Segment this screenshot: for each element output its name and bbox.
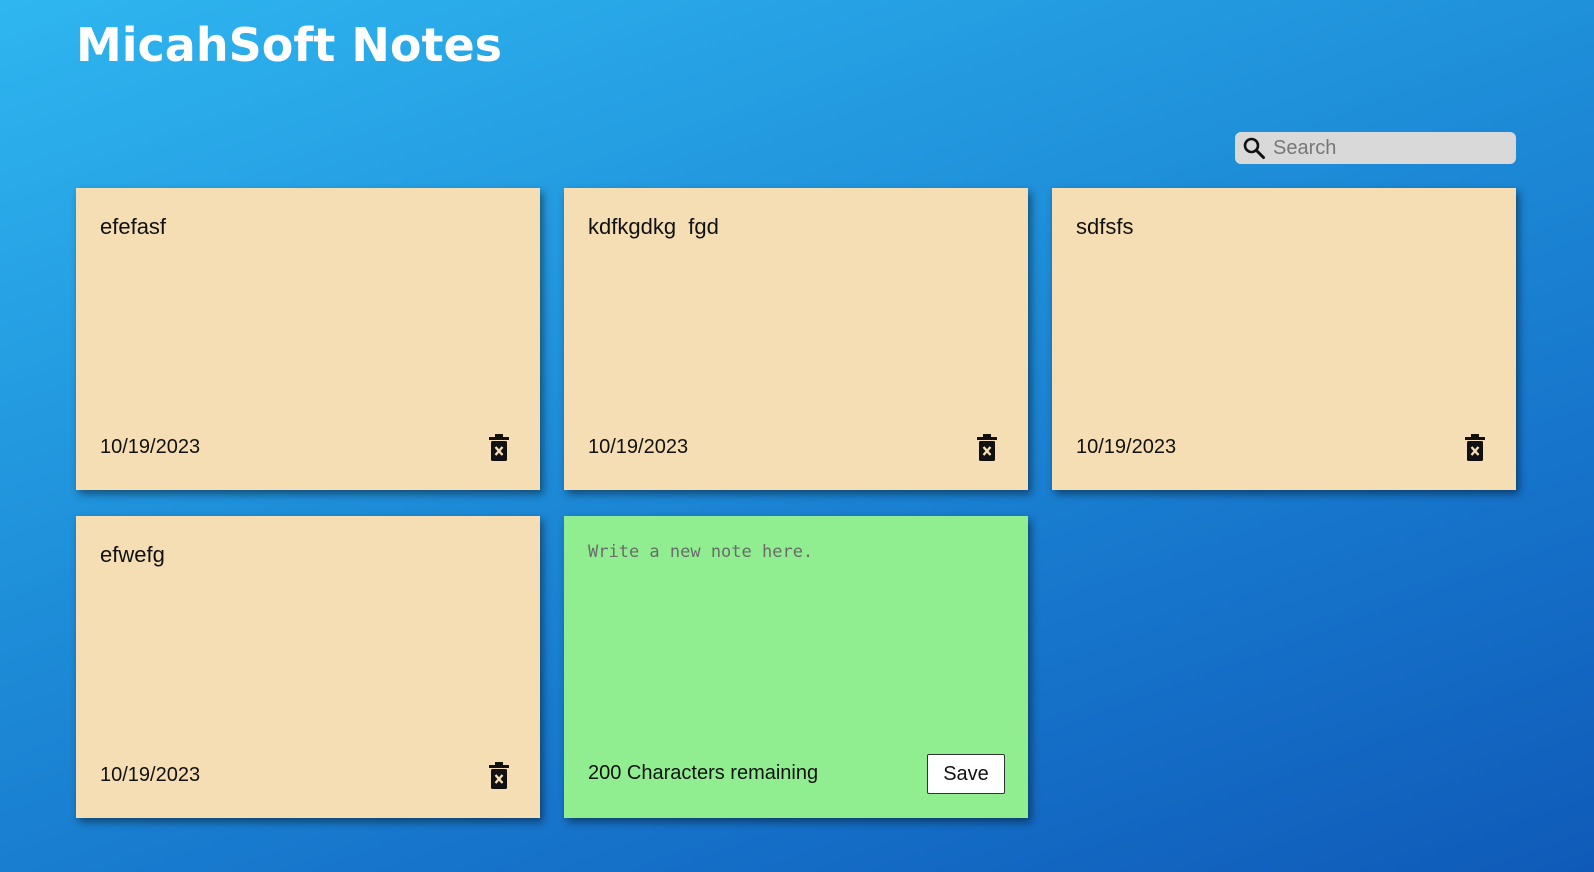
note-card[interactable]: efefasf 10/19/2023 bbox=[76, 188, 540, 490]
save-button[interactable]: Save bbox=[927, 754, 1005, 794]
trash-icon[interactable] bbox=[1464, 434, 1486, 462]
note-card[interactable]: sdfsfs 10/19/2023 bbox=[1052, 188, 1516, 490]
note-card[interactable]: kdfkgdkg fgd 10/19/2023 bbox=[564, 188, 1028, 490]
note-date: 10/19/2023 bbox=[100, 436, 201, 458]
note-date: 10/19/2023 bbox=[588, 436, 689, 458]
characters-remaining: 200 Characters remaining bbox=[588, 762, 819, 784]
note-date: 10/19/2023 bbox=[100, 764, 201, 786]
new-note-textarea[interactable] bbox=[588, 542, 1008, 742]
trash-icon[interactable] bbox=[488, 762, 510, 790]
search-input[interactable] bbox=[1273, 133, 1503, 163]
note-date: 10/19/2023 bbox=[1076, 436, 1177, 458]
note-text: efefasf bbox=[100, 214, 167, 239]
note-text: kdfkgdkg fgd bbox=[588, 214, 719, 239]
search-bar[interactable] bbox=[1235, 132, 1516, 164]
trash-icon[interactable] bbox=[488, 434, 510, 462]
new-note-card: 200 Characters remaining Save bbox=[564, 516, 1028, 818]
note-text: efwefg bbox=[100, 542, 165, 567]
app-title: MicahSoft Notes bbox=[76, 18, 503, 72]
trash-icon[interactable] bbox=[976, 434, 998, 462]
search-icon bbox=[1241, 135, 1267, 161]
note-text: sdfsfs bbox=[1076, 214, 1134, 239]
note-card[interactable]: efwefg 10/19/2023 bbox=[76, 516, 540, 818]
